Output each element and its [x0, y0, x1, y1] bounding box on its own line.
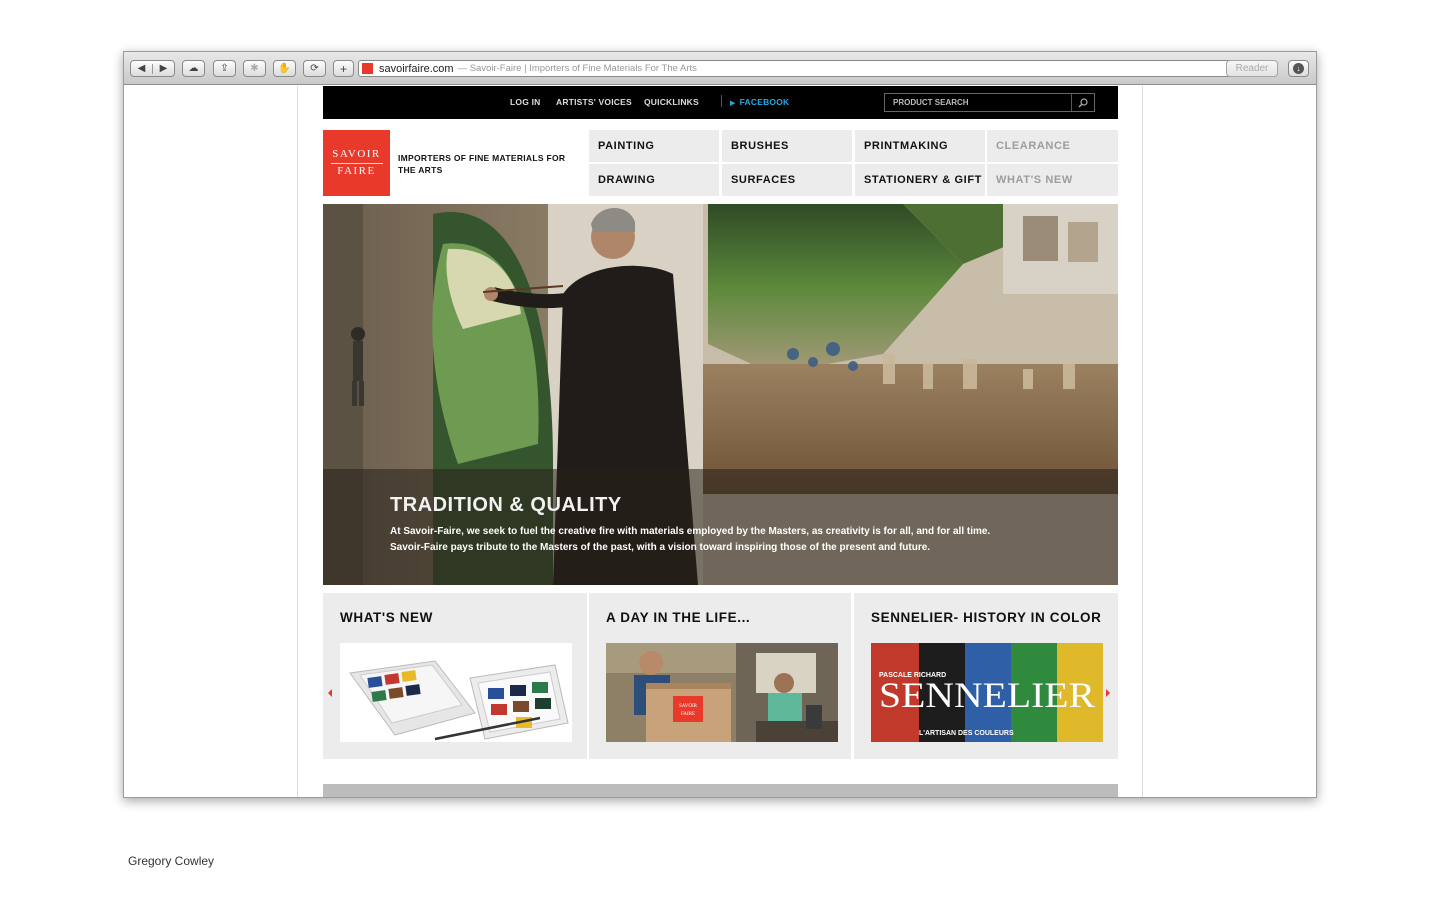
nav-printmaking[interactable]: PRINTMAKING — [855, 130, 985, 162]
sync-icon[interactable]: ⟳ — [303, 60, 326, 77]
logo-line-2: FAIRE — [337, 164, 376, 177]
box-logo-line-1: SAVOIR — [679, 704, 698, 709]
carousel-next-icon[interactable] — [1106, 689, 1110, 697]
quicklinks-link[interactable]: QUICKLINKS — [644, 97, 699, 107]
site-tagline: IMPORTERS OF FINE MATERIALS FOR THE ARTS — [398, 153, 566, 175]
cloud-icon[interactable]: ☁ — [182, 60, 205, 77]
main-nav: PAINTING BRUSHES PRINTMAKING CLEARANCE D… — [589, 130, 1118, 196]
hero-title: TRADITION & QUALITY — [390, 494, 622, 516]
product-search — [884, 93, 1095, 112]
feature-panels: WHAT'S NEW A DAY IN THE LIFE... SAVOIR F… — [323, 593, 1118, 759]
hero-line-2: Savoir-Faire pays tribute to the Masters… — [390, 542, 931, 553]
facebook-label: FACEBOOK — [739, 97, 790, 107]
feature-day-in-life[interactable]: A DAY IN THE LIFE... SAVOIR FAIRE — [589, 593, 851, 759]
browser-toolbar: ◀ ▶ ☁ ⇪ ✱ ✋ ⟳ + savoirfaire.com — Savoir… — [124, 52, 1316, 85]
watercolor-set-image[interactable] — [340, 643, 572, 742]
back-forward-control: ◀ ▶ — [130, 60, 175, 77]
savoir-faire-logo[interactable]: SAVOIR FAIRE — [323, 130, 390, 196]
site-header: SAVOIR FAIRE IMPORTERS OF FINE MATERIALS… — [323, 130, 1118, 196]
address-domain: savoirfaire.com — [379, 62, 454, 75]
logo-line-1: SAVOIR — [332, 147, 381, 160]
nav-whats-new[interactable]: WHAT'S NEW — [987, 164, 1118, 196]
feature-title: A DAY IN THE LIFE... — [606, 610, 751, 625]
nav-painting[interactable]: PAINTING — [589, 130, 719, 162]
book-subtitle: L'ARTISAN DES COULEURS — [919, 730, 1014, 737]
footer-bar — [323, 784, 1118, 797]
facebook-link[interactable]: ▶ FACEBOOK — [730, 97, 789, 107]
book-title: SENNELIER — [879, 675, 1095, 715]
search-input[interactable] — [885, 94, 1071, 111]
share-icon[interactable]: ⇪ — [213, 60, 236, 77]
nav-brushes[interactable]: BRUSHES — [722, 130, 852, 162]
feature-whats-new[interactable]: WHAT'S NEW — [323, 593, 587, 759]
warehouse-photo[interactable]: SAVOIR FAIRE — [606, 643, 838, 742]
nav-clearance[interactable]: CLEARANCE — [987, 130, 1118, 162]
forward-arrow-icon[interactable]: ▶ — [152, 63, 174, 74]
page-viewport: LOG IN ARTISTS' VOICES QUICKLINKS ▶ FACEB… — [124, 86, 1316, 797]
login-link[interactable]: LOG IN — [510, 97, 540, 107]
reader-button[interactable]: Reader — [1226, 60, 1278, 77]
hero-line-1: At Savoir-Faire, we seek to fuel the cre… — [390, 526, 991, 537]
hero-description: At Savoir-Faire, we seek to fuel the cre… — [390, 524, 1090, 556]
sennelier-book-cover[interactable]: PASCALE RICHARD SENNELIER L'ARTISAN DES … — [871, 643, 1103, 742]
address-page-title: — Savoir-Faire | Importers of Fine Mater… — [457, 63, 697, 74]
box-logo-line-2: FAIRE — [681, 712, 695, 717]
browser-window: ◀ ▶ ☁ ⇪ ✱ ✋ ⟳ + savoirfaire.com — Savoir… — [123, 51, 1317, 798]
carousel-prev-icon[interactable] — [328, 689, 332, 697]
download-icon[interactable]: ↓ — [1288, 60, 1309, 77]
nav-stationery-gift[interactable]: STATIONERY & GIFT — [855, 164, 985, 196]
page-column: LOG IN ARTISTS' VOICES QUICKLINKS ▶ FACEB… — [297, 86, 1143, 797]
divider — [721, 95, 722, 107]
feature-sennelier[interactable]: SENNELIER- HISTORY IN COLOR PASCALE RICH… — [854, 593, 1118, 759]
nav-surfaces[interactable]: SURFACES — [722, 164, 852, 196]
hand-icon[interactable]: ✋ — [273, 60, 296, 77]
plus-icon[interactable]: + — [333, 60, 354, 77]
logo-rule — [330, 162, 383, 164]
search-icon[interactable] — [1071, 94, 1094, 111]
artists-voices-link[interactable]: ARTISTS' VOICES — [556, 97, 632, 107]
address-bar[interactable]: savoirfaire.com — Savoir-Faire | Importe… — [358, 60, 1246, 77]
back-arrow-icon[interactable]: ◀ — [131, 63, 152, 74]
feature-title: SENNELIER- HISTORY IN COLOR — [871, 610, 1102, 625]
feature-title: WHAT'S NEW — [340, 610, 433, 625]
utility-bar: LOG IN ARTISTS' VOICES QUICKLINKS ▶ FACEB… — [323, 86, 1118, 119]
puzzle-icon[interactable]: ✱ — [243, 60, 266, 77]
nav-drawing[interactable]: DRAWING — [589, 164, 719, 196]
favicon-icon — [362, 63, 373, 74]
play-triangle-icon: ▶ — [730, 100, 736, 107]
credit-caption: Gregory Cowley — [128, 854, 215, 868]
hero-banner[interactable]: TRADITION & QUALITY At Savoir-Faire, we … — [323, 204, 1118, 585]
